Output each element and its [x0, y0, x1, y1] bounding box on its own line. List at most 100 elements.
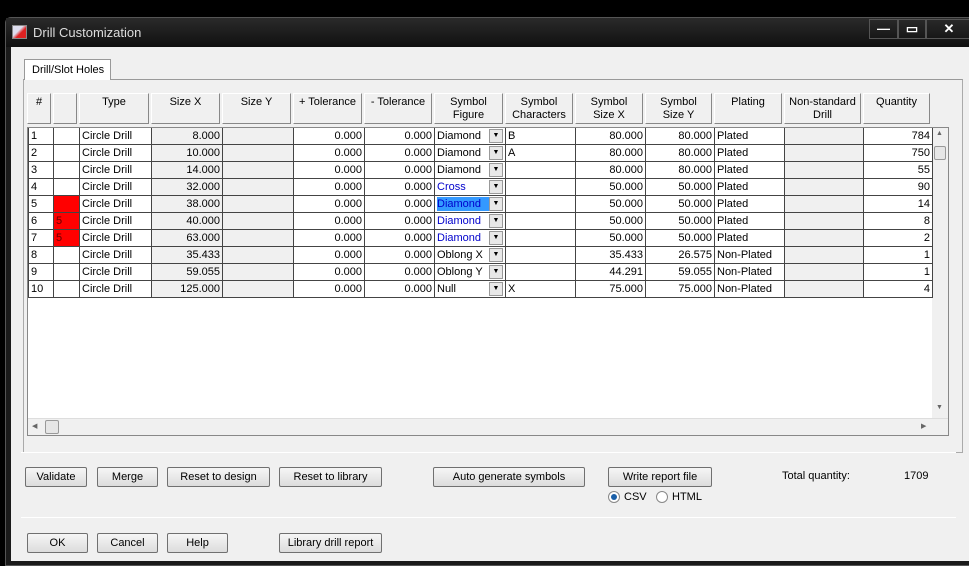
cell-type[interactable]: Circle Drill [80, 247, 152, 264]
cell-symbol-characters[interactable] [506, 179, 576, 196]
cell-minus-tolerance[interactable]: 0.000 [365, 264, 435, 281]
cell-symbol-characters[interactable] [506, 247, 576, 264]
dropdown-arrow-icon[interactable]: ▼ [489, 197, 503, 211]
close-button[interactable]: ✕ [926, 19, 969, 39]
cell-type[interactable]: Circle Drill [80, 128, 152, 145]
cell-minus-tolerance[interactable]: 0.000 [365, 230, 435, 247]
cell-plating[interactable]: Plated [715, 179, 785, 196]
write-report-file-button[interactable]: Write report file [608, 467, 712, 487]
cell-symbol-size-x[interactable]: 50.000 [576, 213, 646, 230]
cell-symbol-figure[interactable]: Oblong X ▼ [435, 247, 506, 264]
cell-symbol-figure[interactable]: Oblong Y ▼ [435, 264, 506, 281]
cell-symbol-size-y[interactable]: 50.000 [646, 179, 715, 196]
help-button[interactable]: Help [167, 533, 228, 553]
cell-minus-tolerance[interactable]: 0.000 [365, 281, 435, 298]
cell-symbol-figure[interactable]: Null ▼ [435, 281, 506, 298]
cell-plus-tolerance[interactable]: 0.000 [294, 281, 365, 298]
cell-quantity[interactable]: 4 [864, 281, 933, 298]
cell-plus-tolerance[interactable]: 0.000 [294, 247, 365, 264]
cell-minus-tolerance[interactable]: 0.000 [365, 179, 435, 196]
cell-type[interactable]: Circle Drill [80, 213, 152, 230]
column-header-number[interactable]: # [27, 93, 51, 124]
cell-symbol-characters[interactable] [506, 230, 576, 247]
cell-symbol-size-y[interactable]: 50.000 [646, 213, 715, 230]
column-header-mark[interactable] [53, 93, 77, 124]
cell-type[interactable]: Circle Drill [80, 230, 152, 247]
cell-symbol-figure[interactable]: Diamond ▼ [435, 145, 506, 162]
cell-minus-tolerance[interactable]: 0.000 [365, 213, 435, 230]
column-header-symbol-figure[interactable]: Symbol Figure [434, 93, 503, 124]
cell-plus-tolerance[interactable]: 0.000 [294, 162, 365, 179]
tab-drill-slot-holes[interactable]: Drill/Slot Holes [24, 59, 111, 80]
ok-button[interactable]: OK [27, 533, 88, 553]
cell-plus-tolerance[interactable]: 0.000 [294, 213, 365, 230]
cell-plating[interactable]: Plated [715, 128, 785, 145]
cell-symbol-size-x[interactable]: 50.000 [576, 179, 646, 196]
cell-symbol-figure[interactable]: Diamond ▼ [435, 128, 506, 145]
cell-plus-tolerance[interactable]: 0.000 [294, 264, 365, 281]
cell-symbol-size-y[interactable]: 50.000 [646, 196, 715, 213]
column-header-symbol-size-x[interactable]: Symbol Size X [575, 93, 643, 124]
cell-quantity[interactable]: 1 [864, 247, 933, 264]
cell-plating[interactable]: Non-Plated [715, 264, 785, 281]
column-header-non-standard-drill[interactable]: Non-standard Drill [784, 93, 861, 124]
cell-plating[interactable]: Plated [715, 145, 785, 162]
cell-plus-tolerance[interactable]: 0.000 [294, 179, 365, 196]
column-header-plus-tolerance[interactable]: + Tolerance [293, 93, 362, 124]
cell-symbol-characters[interactable] [506, 162, 576, 179]
cell-symbol-characters[interactable]: X [506, 281, 576, 298]
cell-plus-tolerance[interactable]: 0.000 [294, 230, 365, 247]
cell-plating[interactable]: Plated [715, 162, 785, 179]
column-header-quantity[interactable]: Quantity [863, 93, 930, 124]
cell-quantity[interactable]: 784 [864, 128, 933, 145]
cell-quantity[interactable]: 2 [864, 230, 933, 247]
cell-symbol-size-y[interactable]: 59.055 [646, 264, 715, 281]
reset-to-library-button[interactable]: Reset to library [279, 467, 382, 487]
cell-plus-tolerance[interactable]: 0.000 [294, 145, 365, 162]
vertical-scroll-thumb[interactable] [934, 146, 946, 160]
dropdown-arrow-icon[interactable]: ▼ [489, 248, 503, 262]
cell-symbol-characters[interactable]: B [506, 128, 576, 145]
cell-symbol-characters[interactable]: A [506, 145, 576, 162]
dropdown-arrow-icon[interactable]: ▼ [489, 231, 503, 245]
cell-symbol-figure[interactable]: Diamond ▼ [435, 196, 506, 213]
cell-symbol-size-y[interactable]: 80.000 [646, 145, 715, 162]
cell-minus-tolerance[interactable]: 0.000 [365, 196, 435, 213]
maximize-button[interactable]: ▭ [898, 19, 926, 39]
cell-type[interactable]: Circle Drill [80, 179, 152, 196]
cell-plating[interactable]: Non-Plated [715, 247, 785, 264]
dropdown-arrow-icon[interactable]: ▼ [489, 146, 503, 160]
cell-symbol-size-x[interactable]: 80.000 [576, 128, 646, 145]
merge-button[interactable]: Merge [97, 467, 158, 487]
cell-plus-tolerance[interactable]: 0.000 [294, 128, 365, 145]
column-header-size-x[interactable]: Size X [151, 93, 220, 124]
cell-symbol-size-x[interactable]: 50.000 [576, 196, 646, 213]
cell-plating[interactable]: Non-Plated [715, 281, 785, 298]
cell-symbol-size-y[interactable]: 50.000 [646, 230, 715, 247]
library-drill-report-button[interactable]: Library drill report [279, 533, 382, 553]
column-header-minus-tolerance[interactable]: - Tolerance [364, 93, 432, 124]
cell-symbol-figure[interactable]: Diamond ▼ [435, 162, 506, 179]
minimize-button[interactable]: — [869, 19, 898, 39]
dropdown-arrow-icon[interactable]: ▼ [489, 282, 503, 296]
reset-to-design-button[interactable]: Reset to design [167, 467, 270, 487]
scroll-left-icon[interactable]: ◀ [32, 422, 37, 430]
cell-plating[interactable]: Plated [715, 230, 785, 247]
cell-quantity[interactable]: 90 [864, 179, 933, 196]
scroll-down-icon[interactable]: ▼ [936, 404, 943, 411]
horizontal-scroll-thumb[interactable] [45, 420, 59, 434]
column-header-symbol-characters[interactable]: Symbol Characters [505, 93, 573, 124]
cell-symbol-size-x[interactable]: 80.000 [576, 145, 646, 162]
column-header-size-y[interactable]: Size Y [222, 93, 291, 124]
csv-radio[interactable] [608, 491, 620, 503]
cell-symbol-size-x[interactable]: 75.000 [576, 281, 646, 298]
cell-symbol-figure[interactable]: Cross ▼ [435, 179, 506, 196]
cell-minus-tolerance[interactable]: 0.000 [365, 162, 435, 179]
cell-type[interactable]: Circle Drill [80, 281, 152, 298]
cell-symbol-size-x[interactable]: 80.000 [576, 162, 646, 179]
horizontal-scrollbar[interactable]: ◀ ▶ [28, 418, 948, 435]
cell-symbol-size-y[interactable]: 26.575 [646, 247, 715, 264]
cell-symbol-size-x[interactable]: 44.291 [576, 264, 646, 281]
cell-quantity[interactable]: 8 [864, 213, 933, 230]
column-header-type[interactable]: Type [79, 93, 149, 124]
